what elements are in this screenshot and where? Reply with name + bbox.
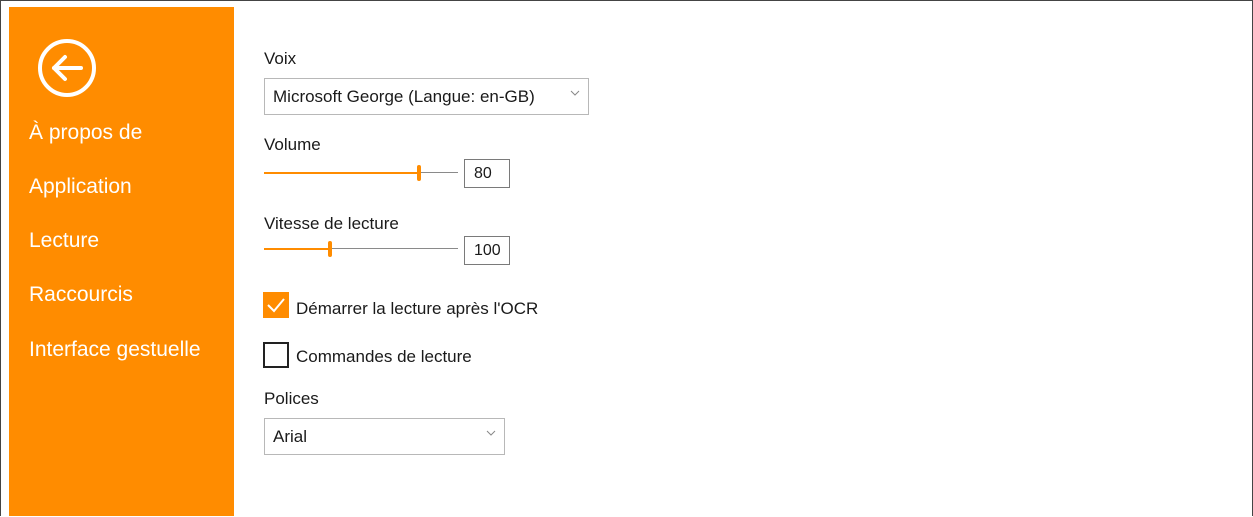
voice-value: Microsoft George (Langue: en-GB) [273, 87, 535, 106]
sidebar-item-gestures[interactable]: Interface gestuelle [29, 338, 201, 362]
auto-read-checkbox[interactable] [263, 292, 289, 318]
chevron-down-icon [570, 90, 580, 96]
read-controls-checkbox[interactable] [263, 342, 289, 368]
volume-slider-fill [264, 172, 419, 174]
fonts-label: Polices [264, 389, 319, 408]
voice-dropdown[interactable]: Microsoft George (Langue: en-GB) [264, 78, 589, 115]
sidebar-item-shortcuts[interactable]: Raccourcis [29, 283, 133, 307]
speed-value-box[interactable]: 100 [464, 236, 510, 265]
voice-label: Voix [264, 49, 297, 68]
volume-slider[interactable] [264, 165, 458, 181]
sidebar-item-about[interactable]: À propos de [29, 121, 142, 145]
back-arrow-circle-icon [38, 39, 96, 97]
sidebar-item-application[interactable]: Application [29, 175, 132, 199]
fonts-dropdown[interactable]: Arial [264, 418, 505, 455]
fonts-value: Arial [273, 427, 308, 446]
speed-label: Vitesse de lecture [264, 214, 399, 233]
volume-label: Volume [264, 135, 321, 154]
read-controls-label: Commandes de lecture [296, 347, 472, 366]
sidebar-item-reading[interactable]: Lecture [29, 229, 99, 253]
speed-slider-thumb[interactable] [328, 241, 332, 257]
speed-slider-fill [264, 248, 330, 250]
back-button[interactable] [37, 38, 97, 98]
checkmark-icon [267, 298, 285, 313]
sidebar: À propos de Application Lecture Raccourc… [9, 7, 234, 516]
speed-slider[interactable] [264, 241, 458, 257]
volume-value-box[interactable]: 80 [464, 159, 510, 188]
settings-window: À propos de Application Lecture Raccourc… [0, 0, 1253, 516]
chevron-down-icon [486, 430, 496, 436]
auto-read-label: Démarrer la lecture après l'OCR [296, 299, 539, 318]
volume-slider-thumb[interactable] [417, 165, 421, 181]
